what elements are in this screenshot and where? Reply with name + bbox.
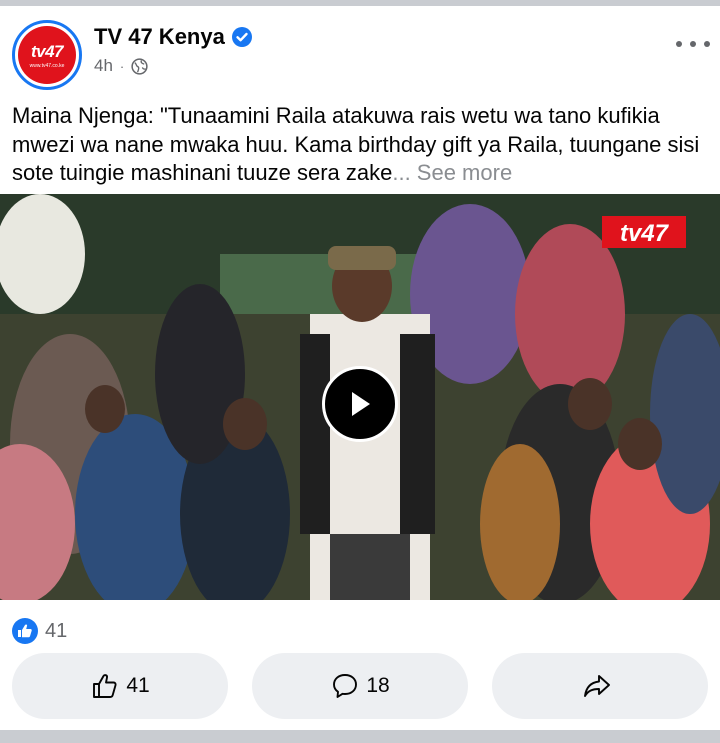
thumbs-up-icon [93, 674, 117, 698]
tv47-logo-avatar: tv47 www.tv47.co.ke [18, 26, 76, 84]
comment-count: 18 [366, 674, 390, 697]
post-meta: 4h · [94, 56, 148, 76]
post-timestamp[interactable]: 4h [94, 56, 113, 76]
avatar-logo-text: tv47 [30, 41, 64, 61]
more-options-icon[interactable] [676, 34, 710, 54]
comment-button[interactable]: 18 [252, 653, 468, 719]
reaction-summary[interactable]: 41 [12, 618, 67, 644]
like-button[interactable]: 41 [12, 653, 228, 719]
post-header: TV 47 Kenya [94, 24, 252, 50]
share-button[interactable] [492, 653, 708, 719]
meta-separator: · [119, 58, 125, 74]
post-actions: 41 18 [12, 653, 708, 719]
like-reaction-icon [12, 618, 38, 644]
post-message: Maina Njenga: "Tunaamini Raila atakuwa r… [12, 102, 712, 188]
share-icon [584, 675, 610, 697]
page-name-link[interactable]: TV 47 Kenya [94, 24, 225, 50]
tv47-watermark-logo: tv47 [600, 212, 688, 252]
post-body-text: Maina Njenga: "Tunaamini Raila atakuwa r… [12, 103, 700, 185]
feed-separator-bottom [0, 730, 720, 743]
video-player[interactable]: tv47 [0, 194, 720, 600]
play-icon [352, 392, 370, 416]
globe-icon [131, 57, 148, 75]
comment-icon [333, 674, 358, 698]
video-logo-text: tv47 [620, 220, 670, 247]
post-card: tv47 www.tv47.co.ke TV 47 Kenya 4h · Mai… [0, 6, 720, 730]
verified-badge-icon [231, 27, 252, 47]
reaction-count: 41 [45, 619, 68, 642]
page-avatar[interactable]: tv47 www.tv47.co.ke [12, 20, 82, 90]
see-more-link[interactable]: ... See more [392, 160, 512, 185]
play-button[interactable] [322, 366, 398, 442]
like-count: 41 [126, 674, 150, 697]
avatar-url-text: www.tv47.co.ke [29, 62, 65, 69]
